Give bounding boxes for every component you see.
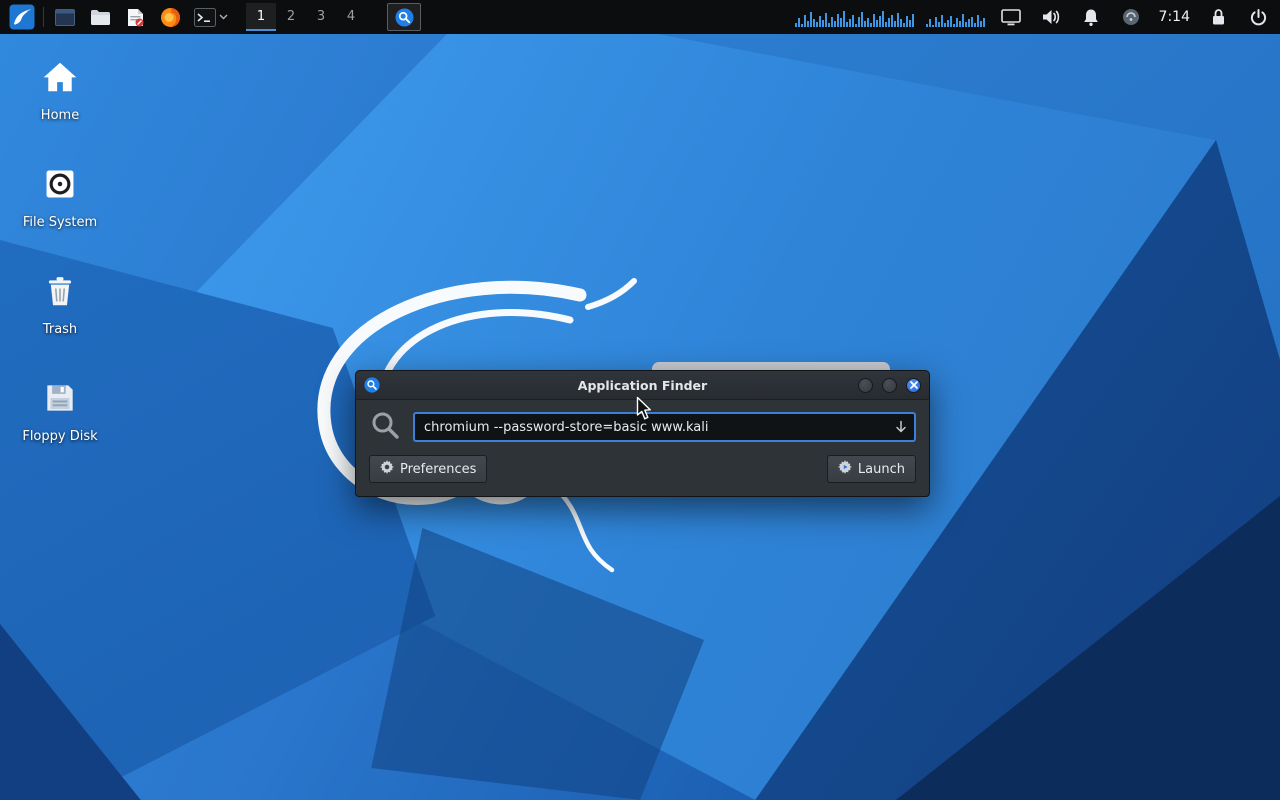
gear-icon (380, 460, 394, 478)
maximize-button[interactable] (882, 378, 897, 393)
terminal-launcher[interactable] (191, 3, 231, 31)
application-finder-window: Application Finder (355, 370, 930, 497)
search-input-wrap (413, 412, 916, 442)
panel-separator (43, 7, 44, 27)
workspace-2[interactable]: 2 (276, 3, 306, 31)
titlebar[interactable]: Application Finder (356, 371, 929, 400)
desktop-icon-label: Home (18, 108, 102, 123)
minimize-button[interactable] (858, 378, 873, 393)
desktop-icon-trash[interactable]: Trash (18, 272, 102, 337)
workspace-3[interactable]: 3 (306, 3, 336, 31)
display-icon[interactable] (997, 3, 1025, 31)
net-graph[interactable] (926, 7, 985, 27)
clock[interactable]: 7:14 (1157, 9, 1192, 25)
panel-right-tray: 7:14 (795, 3, 1272, 31)
close-button[interactable] (906, 378, 921, 393)
search-icon (369, 409, 401, 445)
desktop-icon-label: Trash (18, 322, 102, 337)
workspace-switcher: 1 2 3 4 (246, 3, 366, 31)
power-icon[interactable] (1244, 3, 1272, 31)
desktop-icon-file-system[interactable]: File System (18, 165, 102, 230)
application-finder-icon (395, 8, 414, 27)
firefox-icon[interactable] (156, 3, 184, 31)
file-manager-icon[interactable] (86, 3, 114, 31)
home-icon (18, 58, 102, 98)
finder-body: Preferences Launch (356, 400, 929, 494)
window-app-icon[interactable] (51, 3, 79, 31)
preferences-label: Preferences (400, 462, 476, 477)
chevron-down-icon (219, 14, 228, 20)
desktop-icon-floppy-disk[interactable]: Floppy Disk (18, 379, 102, 444)
close-icon (910, 381, 918, 389)
workspace-4[interactable]: 4 (336, 3, 366, 31)
lock-icon[interactable] (1204, 3, 1232, 31)
launch-label: Launch (858, 462, 905, 477)
top-panel: 1 2 3 4 7:14 (0, 0, 1280, 34)
desktop-icon-label: Floppy Disk (18, 429, 102, 444)
status-tray-icon[interactable] (1117, 3, 1145, 31)
cpu-graph[interactable] (795, 7, 914, 27)
desktop-icon-home[interactable]: Home (18, 58, 102, 123)
preferences-button[interactable]: Preferences (369, 455, 487, 483)
trash-icon (18, 272, 102, 312)
text-editor-icon[interactable] (121, 3, 149, 31)
launch-icon (838, 460, 852, 478)
notifications-bell-icon[interactable] (1077, 3, 1105, 31)
volume-icon[interactable] (1037, 3, 1065, 31)
workspace-1[interactable]: 1 (246, 3, 276, 31)
hard-drive-icon (18, 165, 102, 205)
launch-button[interactable]: Launch (827, 455, 916, 483)
application-finder-icon (364, 377, 380, 393)
desktop-icon-label: File System (18, 215, 102, 230)
search-input[interactable] (413, 412, 916, 442)
applications-menu-button[interactable] (8, 3, 36, 31)
window-title: Application Finder (356, 378, 929, 393)
taskbar-application-finder[interactable] (387, 3, 421, 31)
dropdown-arrow-icon[interactable] (893, 419, 909, 435)
floppy-disk-icon (18, 379, 102, 419)
